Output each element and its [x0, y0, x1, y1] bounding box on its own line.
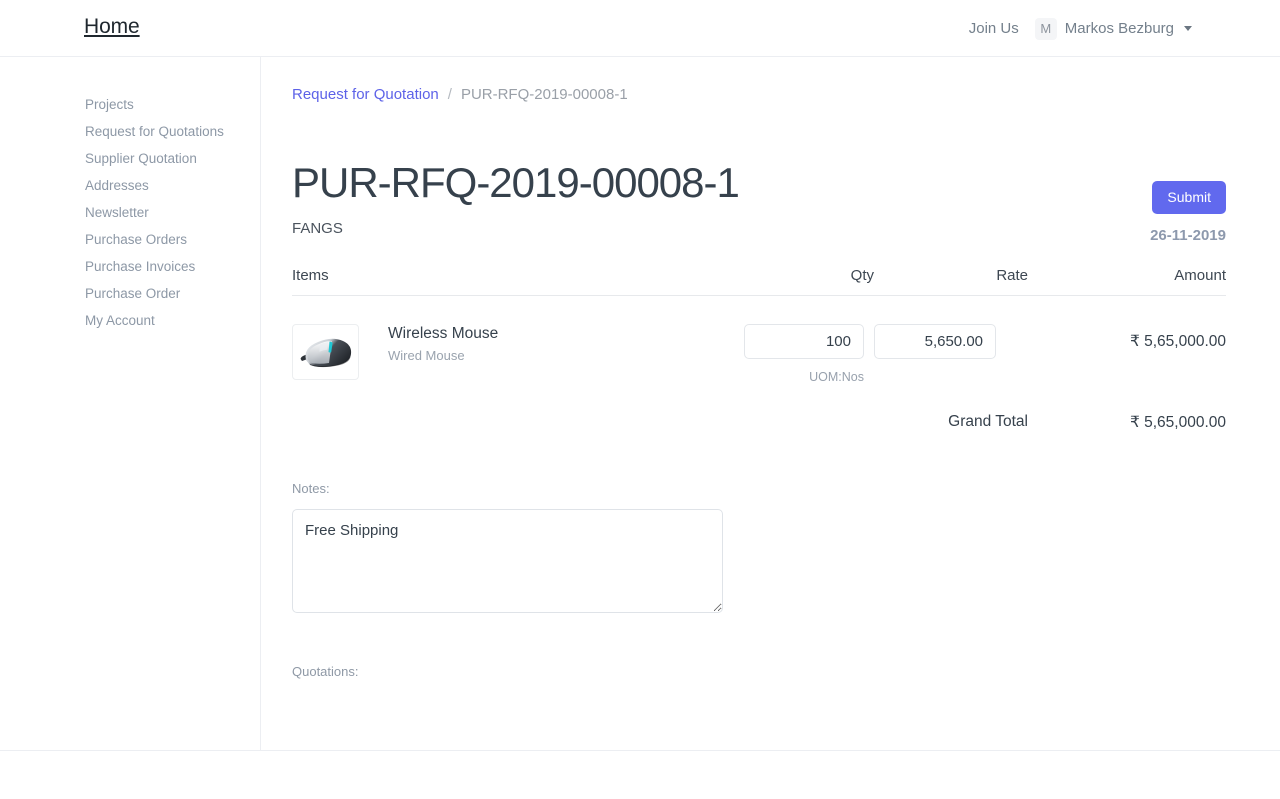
computer-mouse-image [292, 324, 359, 380]
item-description: Wired Mouse [388, 348, 498, 363]
avatar: M [1035, 18, 1057, 40]
breadcrumb: Request for Quotation / PUR-RFQ-2019-000… [292, 86, 628, 103]
page-bottom-divider [0, 750, 1280, 751]
amount-value: ₹ 5,65,000.00 [1028, 324, 1226, 384]
column-header-amount: Amount [1028, 267, 1226, 284]
submit-button[interactable]: Submit [1152, 181, 1226, 214]
items-table: Items Qty Rate Amount [292, 267, 1226, 432]
item-text-block: Wireless Mouse Wired Mouse [388, 324, 498, 384]
breadcrumb-separator: / [448, 86, 452, 103]
column-header-rate: Rate [874, 267, 1028, 284]
sidebar-item-purchase-orders[interactable]: Purchase Orders [85, 226, 224, 253]
grand-total-spacer [292, 413, 744, 432]
notes-textarea[interactable]: Free Shipping [292, 509, 723, 613]
grand-total-label: Grand Total [744, 413, 1028, 432]
table-row: Wireless Mouse Wired Mouse UOM:Nos ₹ 5,6… [292, 296, 1226, 384]
brand-home-link[interactable]: Home [84, 15, 140, 39]
sidebar-nav: Projects Request for Quotations Supplier… [85, 91, 224, 334]
column-header-qty: Qty [744, 267, 874, 284]
chevron-down-icon [1184, 26, 1192, 31]
uom-label: UOM:Nos [744, 370, 864, 384]
sidebar-item-purchase-order[interactable]: Purchase Order [85, 280, 224, 307]
rate-input[interactable] [874, 324, 996, 359]
qty-input[interactable] [744, 324, 864, 359]
item-cell: Wireless Mouse Wired Mouse [292, 324, 744, 384]
document-header: PUR-RFQ-2019-00008-1 FANGS Submit 26-11-… [292, 161, 1226, 237]
sidebar-item-addresses[interactable]: Addresses [85, 172, 224, 199]
grand-total-row: Grand Total ₹ 5,65,000.00 [292, 413, 1226, 432]
top-navbar: Home Join Us M Markos Bezburg [0, 0, 1280, 57]
document-date: 26-11-2019 [1150, 227, 1226, 244]
sidebar-item-supplier-quotation[interactable]: Supplier Quotation [85, 145, 224, 172]
sidebar-item-newsletter[interactable]: Newsletter [85, 199, 224, 226]
notes-label: Notes: [292, 481, 1226, 496]
navbar-right-group: Join Us M Markos Bezburg [969, 0, 1192, 57]
page-title: PUR-RFQ-2019-00008-1 [292, 161, 1226, 205]
qty-cell: UOM:Nos [744, 324, 874, 384]
breadcrumb-parent-link[interactable]: Request for Quotation [292, 86, 439, 103]
sidebar-item-request-for-quotations[interactable]: Request for Quotations [85, 118, 224, 145]
page-body: Projects Request for Quotations Supplier… [0, 57, 1280, 750]
sidebar-item-purchase-invoices[interactable]: Purchase Invoices [85, 253, 224, 280]
quotations-label: Quotations: [292, 664, 359, 679]
column-header-items: Items [292, 267, 744, 284]
grand-total-value: ₹ 5,65,000.00 [1028, 413, 1226, 432]
sidebar: Projects Request for Quotations Supplier… [0, 57, 261, 750]
user-menu[interactable]: M Markos Bezburg [1035, 18, 1192, 40]
breadcrumb-current: PUR-RFQ-2019-00008-1 [461, 86, 628, 103]
user-name-label: Markos Bezburg [1065, 20, 1174, 37]
notes-section: Notes: Free Shipping [292, 481, 1226, 613]
table-header-row: Items Qty Rate Amount [292, 267, 1226, 296]
join-us-link[interactable]: Join Us [969, 20, 1019, 37]
supplier-name: FANGS [292, 220, 1226, 237]
sidebar-item-projects[interactable]: Projects [85, 91, 224, 118]
sidebar-item-my-account[interactable]: My Account [85, 307, 224, 334]
rate-cell [874, 324, 1028, 384]
item-name: Wireless Mouse [388, 324, 498, 343]
